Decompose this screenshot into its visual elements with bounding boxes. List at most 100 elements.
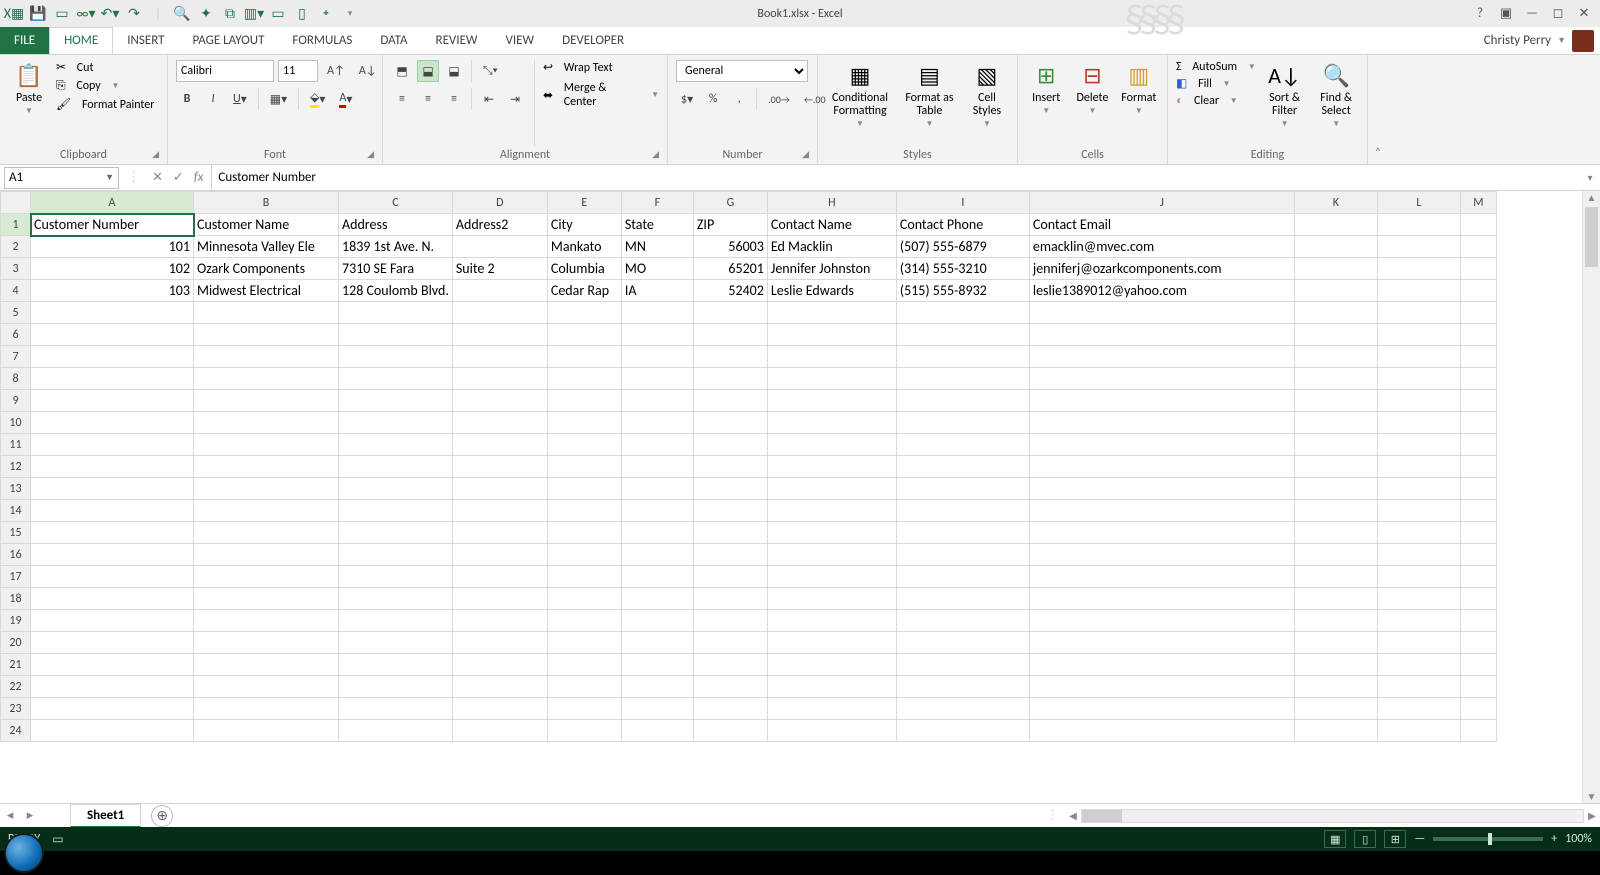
cell[interactable] bbox=[1460, 698, 1496, 720]
cell[interactable] bbox=[1294, 324, 1377, 346]
cell[interactable]: (314) 555-3210 bbox=[896, 258, 1029, 280]
comma-button[interactable]: , bbox=[728, 88, 750, 110]
col-header[interactable]: C bbox=[339, 192, 453, 214]
cell[interactable] bbox=[547, 676, 621, 698]
format-cells-button[interactable]: ▥Format▼ bbox=[1119, 60, 1159, 116]
cell[interactable] bbox=[339, 588, 453, 610]
cell[interactable] bbox=[767, 302, 896, 324]
cell[interactable] bbox=[339, 346, 453, 368]
scroll-thumb[interactable] bbox=[1082, 810, 1122, 822]
cut-button[interactable]: ✂ Cut bbox=[56, 60, 154, 75]
row-header[interactable]: 5 bbox=[1, 302, 31, 324]
cell[interactable] bbox=[896, 346, 1029, 368]
col-header[interactable]: L bbox=[1377, 192, 1460, 214]
cell[interactable] bbox=[547, 654, 621, 676]
cell[interactable]: Cedar Rap bbox=[547, 280, 621, 302]
cell[interactable] bbox=[1460, 214, 1496, 236]
cell[interactable] bbox=[31, 698, 194, 720]
cell[interactable] bbox=[1294, 478, 1377, 500]
tab-developer[interactable]: DEVELOPER bbox=[548, 27, 638, 54]
row-header[interactable]: 10 bbox=[1, 412, 31, 434]
cell[interactable] bbox=[1377, 544, 1460, 566]
cell[interactable] bbox=[339, 412, 453, 434]
cell[interactable]: Contact Email bbox=[1029, 214, 1294, 236]
cell[interactable] bbox=[767, 566, 896, 588]
cell[interactable] bbox=[621, 478, 693, 500]
cell[interactable] bbox=[621, 654, 693, 676]
cell[interactable] bbox=[339, 676, 453, 698]
cell[interactable] bbox=[31, 654, 194, 676]
cell[interactable] bbox=[896, 302, 1029, 324]
cell[interactable] bbox=[1377, 654, 1460, 676]
col-header[interactable]: J bbox=[1029, 192, 1294, 214]
cell[interactable] bbox=[1294, 544, 1377, 566]
cell[interactable]: City bbox=[547, 214, 621, 236]
cell[interactable] bbox=[452, 302, 547, 324]
account-menu[interactable]: Christy Perry ▼ bbox=[1484, 27, 1600, 54]
expand-formula-icon[interactable]: ▾ bbox=[1580, 171, 1600, 184]
cell[interactable] bbox=[621, 324, 693, 346]
cell[interactable]: 128 Coulomb Blvd. bbox=[339, 280, 453, 302]
cell[interactable] bbox=[621, 346, 693, 368]
cell[interactable] bbox=[767, 698, 896, 720]
formula-input[interactable]: Customer Number bbox=[211, 165, 1580, 190]
cell[interactable] bbox=[1029, 698, 1294, 720]
cell[interactable]: 56003 bbox=[693, 236, 767, 258]
cell[interactable] bbox=[339, 368, 453, 390]
row-header[interactable]: 6 bbox=[1, 324, 31, 346]
view-pagebreak-icon[interactable]: ⊞ bbox=[1384, 830, 1406, 848]
cell[interactable] bbox=[31, 720, 194, 742]
view-pagelayout-icon[interactable]: ▯ bbox=[1354, 830, 1376, 848]
ribbon-opts-icon[interactable]: ▣ bbox=[1496, 4, 1516, 24]
cell[interactable] bbox=[1377, 500, 1460, 522]
cell[interactable] bbox=[1294, 280, 1377, 302]
qat-icon[interactable]: ▥▾ bbox=[246, 6, 262, 22]
cell[interactable] bbox=[1377, 456, 1460, 478]
cell[interactable] bbox=[31, 610, 194, 632]
cell[interactable] bbox=[1294, 676, 1377, 698]
cell[interactable] bbox=[1377, 346, 1460, 368]
row-header[interactable]: 8 bbox=[1, 368, 31, 390]
cell[interactable] bbox=[31, 544, 194, 566]
cell[interactable]: MO bbox=[621, 258, 693, 280]
cell[interactable] bbox=[1029, 390, 1294, 412]
cell[interactable] bbox=[547, 632, 621, 654]
cell[interactable] bbox=[1377, 324, 1460, 346]
font-name-combo[interactable] bbox=[176, 60, 274, 82]
cell[interactable] bbox=[693, 368, 767, 390]
cell[interactable] bbox=[1029, 522, 1294, 544]
tab-review[interactable]: REVIEW bbox=[422, 27, 492, 54]
tab-formulas[interactable]: FORMULAS bbox=[278, 27, 366, 54]
paste-button[interactable]: 📋 Paste ▼ bbox=[8, 60, 50, 116]
cell[interactable] bbox=[31, 412, 194, 434]
cell[interactable] bbox=[693, 566, 767, 588]
autosum-button[interactable]: Σ AutoSum ▼ bbox=[1176, 60, 1256, 74]
qat-icon[interactable]: ∞▾ bbox=[78, 6, 94, 22]
cell[interactable] bbox=[547, 302, 621, 324]
cell[interactable] bbox=[693, 302, 767, 324]
align-middle-button[interactable]: ⬓ bbox=[417, 60, 439, 82]
cell[interactable] bbox=[1377, 566, 1460, 588]
grow-font-button[interactable]: A↑ bbox=[322, 60, 350, 82]
cell[interactable] bbox=[452, 544, 547, 566]
scroll-left-icon[interactable]: ◀ bbox=[1065, 809, 1081, 822]
cell[interactable] bbox=[621, 544, 693, 566]
cell[interactable] bbox=[194, 522, 339, 544]
cell[interactable] bbox=[1294, 588, 1377, 610]
cell[interactable] bbox=[621, 434, 693, 456]
cell[interactable] bbox=[1460, 720, 1496, 742]
row-header[interactable]: 21 bbox=[1, 654, 31, 676]
cell[interactable] bbox=[1294, 302, 1377, 324]
scroll-up-icon[interactable]: ▲ bbox=[1583, 191, 1600, 204]
cell[interactable] bbox=[339, 434, 453, 456]
cell[interactable] bbox=[1460, 500, 1496, 522]
cell[interactable] bbox=[194, 610, 339, 632]
cell[interactable]: Jennifer Johnston bbox=[767, 258, 896, 280]
col-header[interactable]: K bbox=[1294, 192, 1377, 214]
cell[interactable] bbox=[621, 522, 693, 544]
qat-icon[interactable]: ▭ bbox=[54, 6, 70, 22]
cell[interactable] bbox=[452, 500, 547, 522]
italic-button[interactable]: I bbox=[202, 88, 224, 110]
cell[interactable] bbox=[194, 632, 339, 654]
insert-cells-button[interactable]: ⊞Insert▼ bbox=[1026, 60, 1066, 116]
